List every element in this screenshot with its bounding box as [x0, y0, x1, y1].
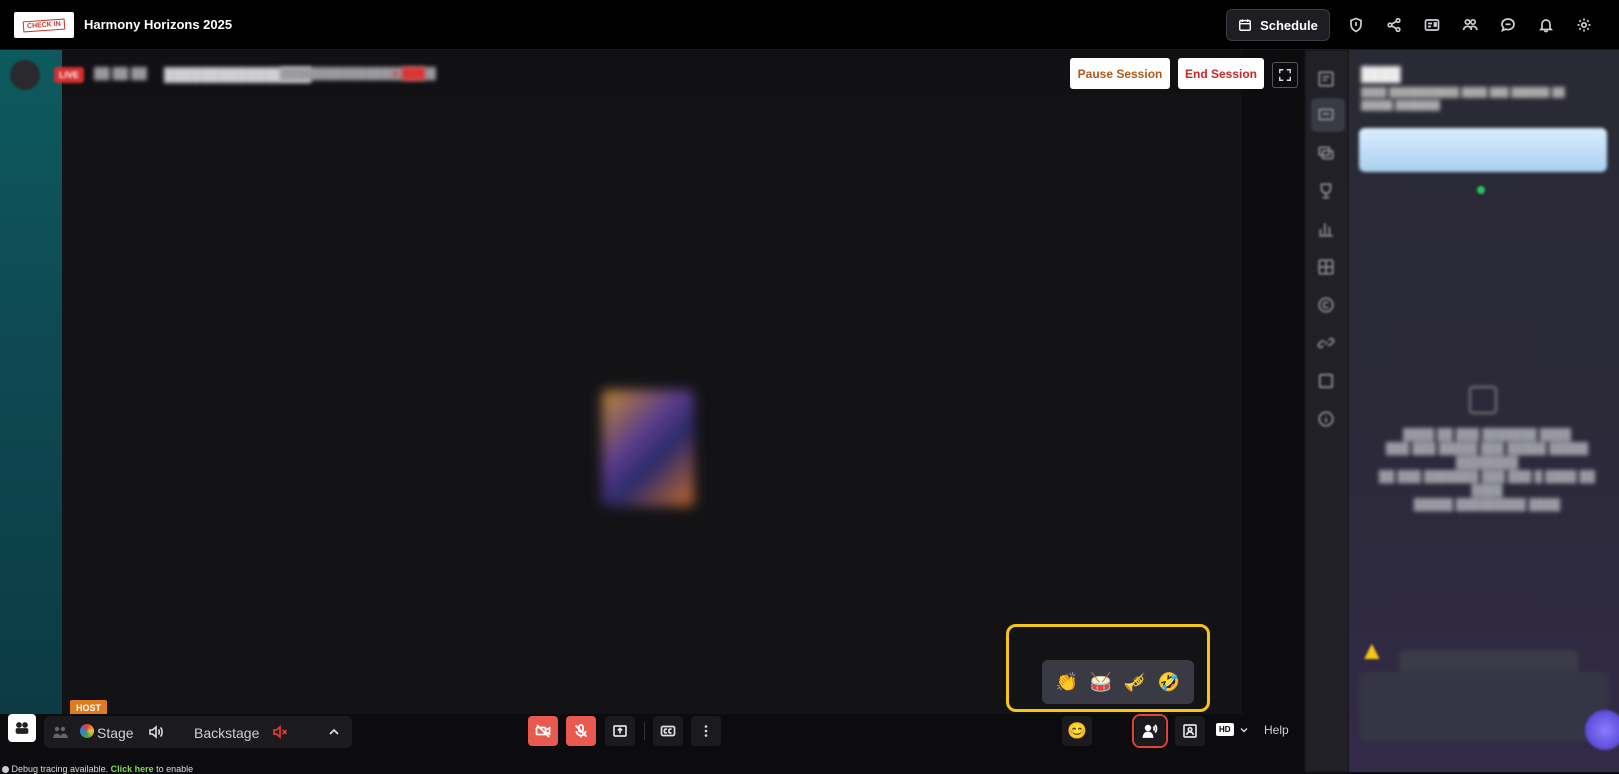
messages-icon[interactable]: [1317, 144, 1337, 164]
share-screen-icon: [613, 725, 627, 737]
emoji-smile-icon: 😊: [1067, 723, 1087, 740]
laugh-reaction-icon[interactable]: 🤣: [1158, 672, 1180, 693]
clap-reaction-icon[interactable]: 👏: [1056, 672, 1078, 693]
attendees-icon[interactable]: [52, 724, 68, 740]
message-input[interactable]: [1359, 672, 1609, 742]
stage-control-group: Stage Backstage: [44, 716, 352, 748]
id-card-icon[interactable]: [1422, 15, 1442, 35]
drum-reaction-icon[interactable]: 🥁: [1090, 672, 1112, 693]
help-link[interactable]: Help: [1264, 723, 1289, 737]
more-options-button[interactable]: [691, 716, 721, 746]
bell-icon[interactable]: [1536, 15, 1556, 35]
chat-title-redacted: ████: [1361, 66, 1401, 82]
layout-button[interactable]: [1175, 716, 1205, 746]
chat-panel: ████ ████ ███████████ ████ ███ ██████ ██…: [1349, 50, 1619, 772]
live-badge: LIVE: [54, 67, 85, 83]
pause-session-button[interactable]: Pause Session: [1070, 58, 1170, 89]
fullscreen-button[interactable]: [1272, 62, 1298, 88]
kebab-icon: [704, 725, 708, 737]
top-bar: CHECK IN Harmony Horizons 2025 Schedule: [0, 0, 1619, 50]
hd-quality-badge[interactable]: HD: [1216, 723, 1234, 736]
copyright-icon[interactable]: [1317, 296, 1337, 316]
assistant-orb-button[interactable]: [1585, 710, 1619, 750]
trumpet-reaction-icon[interactable]: 🎺: [1124, 672, 1146, 693]
online-indicator: [1477, 186, 1485, 194]
record-button[interactable]: [10, 60, 40, 90]
fullscreen-icon: [1279, 69, 1291, 81]
screen-share-button[interactable]: [605, 716, 635, 746]
chat-subtitle-redacted: ████ ███████████ ████ ███ ██████ ██ ████…: [1361, 87, 1565, 110]
schedule-button[interactable]: Schedule: [1226, 9, 1330, 41]
calendar-icon: [1239, 19, 1252, 31]
mic-off-icon: [574, 724, 588, 738]
chat-panel-icon[interactable]: [1317, 106, 1337, 126]
sidebar-rail: [1305, 50, 1349, 772]
warning-icon: ▲: [1359, 635, 1385, 665]
background-strip: [0, 50, 62, 730]
empty-chat-icon: [1469, 386, 1497, 414]
stage-chat-card[interactable]: [1359, 128, 1607, 172]
volume-icon[interactable]: [148, 724, 164, 740]
workspace-switch-button[interactable]: [8, 714, 36, 742]
chevron-down-icon[interactable]: [1238, 724, 1250, 736]
notes-icon[interactable]: [1317, 70, 1337, 90]
event-logo[interactable]: CHECK IN: [14, 12, 74, 38]
cc-icon: [660, 725, 676, 737]
info-icon[interactable]: [1317, 410, 1337, 430]
schedule-label: Schedule: [1260, 17, 1318, 33]
stage-globe-icon: [80, 724, 94, 738]
logo-text: CHECK IN: [22, 18, 66, 32]
people-icon[interactable]: [1460, 15, 1480, 35]
muted-speaker-icon[interactable]: [272, 724, 288, 740]
stage-tab[interactable]: Stage: [97, 725, 134, 741]
reactions-button[interactable]: 😊: [1062, 716, 1092, 746]
debug-enable-link[interactable]: Click here: [111, 764, 154, 774]
end-session-button[interactable]: End Session: [1178, 58, 1264, 89]
debug-tracing-notice: Debug tracing available. Click here to e…: [2, 764, 193, 774]
people-grid-icon: [15, 722, 29, 734]
trophy-icon[interactable]: [1317, 182, 1337, 202]
presenter-icon: [1183, 724, 1197, 738]
share-icon[interactable]: [1384, 15, 1404, 35]
recording-indicator-redacted: ● ███: [392, 68, 426, 80]
debug-text: Debug tracing available.: [11, 764, 109, 774]
stage-header: LIVE ██:██:██ ████████████████ █████████…: [10, 50, 1298, 100]
camera-off-button[interactable]: [528, 716, 558, 746]
mic-off-button[interactable]: [566, 716, 596, 746]
chevron-up-icon[interactable]: [326, 724, 342, 740]
video-off-icon: [535, 724, 551, 738]
session-timer-redacted: ██:██:██: [94, 68, 147, 80]
grid-icon[interactable]: [1317, 258, 1337, 278]
chat-icon[interactable]: [1498, 15, 1518, 35]
link-icon[interactable]: [1317, 334, 1337, 354]
speaker-mode-button[interactable]: [1135, 716, 1165, 746]
gear-icon[interactable]: [1574, 15, 1594, 35]
event-title: Harmony Horizons 2025: [84, 17, 233, 32]
backstage-tab[interactable]: Backstage: [194, 725, 259, 741]
debug-suffix: to enable: [156, 764, 194, 774]
speaking-person-icon: [1142, 724, 1158, 738]
speaker-video-thumbnail: [602, 390, 694, 506]
captions-button[interactable]: [653, 716, 683, 746]
toolbar-divider: [644, 722, 645, 740]
shield-icon[interactable]: [1346, 15, 1366, 35]
debug-indicator-icon: [2, 766, 9, 774]
empty-chat-text-redacted: ████ ██ ███ ███████ ████ ███ ███ █████ ██…: [1378, 429, 1596, 511]
poll-icon[interactable]: [1317, 220, 1337, 240]
reactions-panel: 👏 🥁 🎺 🤣: [1042, 660, 1194, 704]
frame-icon[interactable]: [1317, 372, 1337, 392]
